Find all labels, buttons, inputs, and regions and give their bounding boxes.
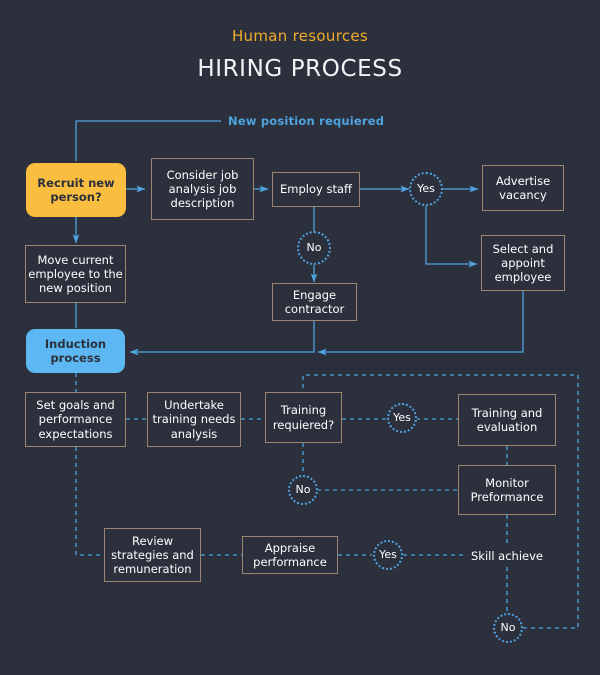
node-label: Yes xyxy=(417,182,435,196)
node-label: Review strategies and remuneration xyxy=(111,533,194,576)
node-training-required[interactable]: Training requiered? xyxy=(265,392,342,443)
node-move-current-employee[interactable]: Move current employee to the new positio… xyxy=(25,245,126,303)
node-consider-job-analysis[interactable]: Consider job analysis job description xyxy=(151,158,254,220)
node-label: Engage contractor xyxy=(284,287,345,316)
node-set-goals[interactable]: Set goals and performance expectations xyxy=(25,392,126,447)
node-label: Recruit new person? xyxy=(37,175,115,204)
node-advertise-vacancy[interactable]: Advertise vacancy xyxy=(482,165,564,211)
node-skill-achieve: Skill achieve xyxy=(464,545,550,567)
edge-label-new-position: New position requiered xyxy=(228,114,384,128)
node-review-strategies[interactable]: Review strategies and remuneration xyxy=(104,528,201,582)
node-engage-contractor[interactable]: Engage contractor xyxy=(272,283,357,321)
node-label: Monitor Preformance xyxy=(470,475,544,504)
node-label: Employ staff xyxy=(280,182,352,197)
node-label: Set goals and performance expectations xyxy=(36,398,115,441)
node-label: Yes xyxy=(393,411,411,425)
node-decision-no-employ[interactable]: No xyxy=(297,231,331,265)
node-decision-yes-employ[interactable]: Yes xyxy=(409,172,443,206)
node-label: Advertise vacancy xyxy=(495,173,551,202)
node-select-appoint-employee[interactable]: Select and appoint employee xyxy=(481,235,565,291)
node-undertake-training-needs[interactable]: Undertake training needs analysis xyxy=(147,392,241,447)
node-label: Training requiered? xyxy=(272,403,335,432)
node-training-and-evaluation[interactable]: Training and evaluation xyxy=(458,394,556,446)
node-label: No xyxy=(306,241,322,255)
node-label: Training and evaluation xyxy=(471,405,543,434)
node-induction-process[interactable]: Induction process xyxy=(26,329,125,373)
node-decision-no-training[interactable]: No xyxy=(288,475,318,505)
node-employ-staff[interactable]: Employ staff xyxy=(272,172,360,207)
node-label: No xyxy=(500,621,516,635)
node-appraise-performance[interactable]: Appraise performance xyxy=(242,536,338,574)
node-monitor-performance[interactable]: Monitor Preformance xyxy=(458,465,556,515)
edge-label-text: New position requiered xyxy=(228,114,385,128)
node-recruit-new-person[interactable]: Recruit new person? xyxy=(26,163,126,217)
node-label: Appraise performance xyxy=(253,540,327,569)
node-label: Move current employee to the new positio… xyxy=(28,252,123,295)
node-decision-no-skill[interactable]: No xyxy=(493,613,523,643)
node-label: Skill achieve xyxy=(470,548,543,563)
node-label: Undertake training needs analysis xyxy=(152,398,236,441)
node-label: Consider job analysis job description xyxy=(166,167,239,210)
node-label: No xyxy=(295,483,311,497)
node-decision-yes-training[interactable]: Yes xyxy=(387,403,417,433)
node-label: Select and appoint employee xyxy=(492,241,554,284)
node-label: Yes xyxy=(379,548,397,562)
flowchart-canvas: Human resources HIRING PROCESS Recruit n… xyxy=(0,0,600,675)
node-label: Induction process xyxy=(44,336,107,365)
node-decision-yes-appraise[interactable]: Yes xyxy=(373,540,403,570)
